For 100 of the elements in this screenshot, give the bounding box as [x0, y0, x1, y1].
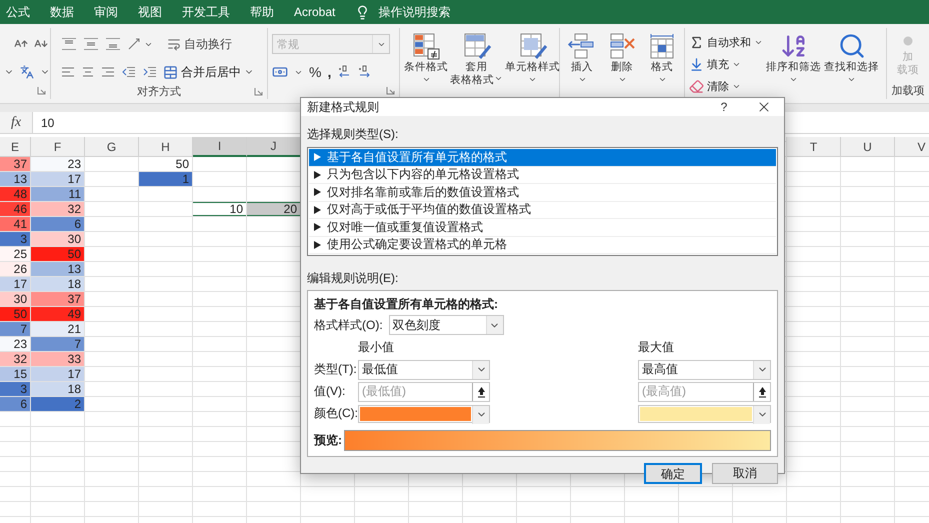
color-select[interactable] [358, 404, 490, 422]
dialog-launcher-icon[interactable] [386, 86, 395, 95]
table-cell: 7 [31, 337, 85, 352]
wrap-text-icon [167, 37, 181, 51]
function-label[interactable]: fx [0, 112, 32, 133]
bullet-icon [314, 153, 321, 162]
bullet-icon [314, 188, 321, 196]
dialog-button[interactable]: 确定 [644, 463, 702, 484]
decrease-indent-icon[interactable] [121, 66, 136, 78]
increase-indent-icon[interactable] [142, 66, 157, 78]
table-cell: 20 [247, 202, 301, 217]
ribbon-button[interactable]: 自动求和 [689, 32, 763, 52]
fill-down-icon [689, 56, 704, 72]
ribbon-button[interactable]: 填充 [689, 54, 763, 74]
table-cell: 7 [0, 322, 31, 337]
align-center-icon[interactable] [81, 66, 95, 78]
table-cell: 49 [31, 307, 85, 322]
eraser-icon [689, 78, 704, 94]
range-picker-icon [476, 386, 486, 398]
table-cell: 10 [193, 202, 247, 217]
dialog-launcher-icon[interactable] [37, 86, 46, 95]
table-cell: 17 [31, 172, 85, 187]
rule-type-item[interactable]: 使用公式确定要设置格式的单元格 [309, 236, 776, 254]
wrap-text-button[interactable]: 自动换行 [167, 36, 232, 52]
type-select[interactable]: 最高值 [638, 360, 771, 380]
format-style-select[interactable]: 双色刻度 [388, 315, 504, 335]
dialog-launcher-icon[interactable] [254, 87, 263, 96]
table-cell: 37 [31, 292, 85, 307]
table-cell: 6 [0, 397, 31, 412]
rule-type-item[interactable]: 只为包含以下内容的单元格设置格式 [309, 166, 776, 184]
table-cell: 41 [0, 217, 31, 232]
rule-type-item[interactable]: 仅对高于或低于平均值的数值设置格式 [309, 202, 776, 219]
comma-style-button[interactable]: , [327, 64, 332, 80]
menu-tab[interactable]: 公式 [6, 4, 30, 20]
ribbon-button[interactable]: 排序和筛选 [766, 32, 821, 96]
caret-icon [422, 75, 430, 84]
color-select[interactable] [638, 404, 771, 422]
tell-me-search[interactable]: 操作说明搜索 [378, 4, 450, 20]
table-cell: 6 [31, 217, 85, 232]
table-cell: 1 [139, 172, 193, 187]
align-middle-icon[interactable] [83, 38, 99, 50]
column-header[interactable]: T [787, 137, 841, 157]
ribbon-button[interactable]: 格式 [647, 32, 677, 84]
type-select[interactable]: 最低值 [358, 360, 490, 380]
percent-button[interactable]: % [309, 64, 322, 80]
column-header[interactable]: V [895, 137, 929, 157]
group-label: 加载项 [892, 84, 924, 98]
caret-icon [658, 75, 666, 84]
ribbon-button[interactable]: 查找和选择 [824, 32, 879, 96]
rule-type-item[interactable]: 仅对排名靠前或靠后的数值设置格式 [309, 184, 776, 202]
ribbon-button[interactable]: 条件格式 [404, 32, 448, 87]
menu-tab[interactable]: Acrobat [294, 5, 336, 19]
caret-icon [618, 75, 626, 84]
range-picker-icon [758, 386, 766, 398]
orientation-icon [127, 37, 141, 51]
align-right-icon[interactable] [101, 66, 115, 78]
table-cell: 37 [0, 157, 31, 172]
increase-decimal-icon[interactable] [337, 65, 352, 79]
menu-tab[interactable]: 审阅 [94, 4, 118, 20]
field-label: 颜色(C): [314, 405, 358, 422]
column-header[interactable]: I [193, 137, 247, 157]
table-cell: 23 [31, 157, 85, 172]
column-header[interactable]: H [139, 137, 193, 157]
menu-tab[interactable]: 数据 [50, 4, 74, 20]
table-cell: 2 [31, 397, 85, 412]
merge-cells-icon [163, 64, 178, 80]
rule-type-item[interactable]: 基于各自值设置所有单元格的格式 [309, 149, 776, 166]
caret-icon [847, 75, 856, 84]
menu-tab[interactable]: 视图 [138, 4, 162, 20]
table-cell: 13 [31, 262, 85, 277]
column-header[interactable]: J [247, 137, 301, 157]
column-header[interactable]: F [31, 137, 85, 157]
column-header[interactable]: G [85, 137, 139, 157]
caret-icon [528, 75, 537, 84]
align-left-icon[interactable] [61, 66, 75, 78]
table-cell: 33 [31, 352, 85, 367]
align-bottom-icon[interactable] [105, 38, 121, 50]
ribbon-button[interactable]: 删除 [607, 32, 637, 84]
rule-type-item[interactable]: 仅对唯一值或重复值设置格式 [309, 219, 776, 236]
ribbon-button[interactable]: 单元格样式 [505, 32, 560, 87]
decrease-decimal-icon[interactable] [357, 65, 372, 79]
panel-heading: 基于各自值设置所有单元格的格式: [314, 296, 499, 313]
menu-tab[interactable]: 开发工具 [182, 4, 230, 20]
ribbon-button[interactable]: 清除 [689, 76, 763, 96]
help-button[interactable]: ? [704, 99, 744, 115]
phonetic-icon[interactable] [20, 65, 34, 79]
table-cell: 48 [0, 187, 31, 202]
column-header[interactable]: E [0, 137, 31, 157]
merge-center-button[interactable]: 合并后居中 [163, 64, 254, 80]
menu-tab[interactable]: 帮助 [250, 4, 274, 20]
column-header[interactable]: U [841, 137, 895, 157]
align-top-icon[interactable] [61, 38, 77, 50]
ribbon-button[interactable]: 套用 表格格式 [450, 32, 503, 87]
dialog-button[interactable]: 取消 [712, 463, 778, 484]
field-label: 格式样式(O): [314, 316, 383, 334]
ribbon-button[interactable]: 插入 [567, 32, 597, 84]
table-cell: 32 [0, 352, 31, 367]
orientation-button[interactable] [127, 37, 153, 51]
table-cell: 25 [0, 247, 31, 262]
table-cell: 15 [0, 367, 31, 382]
